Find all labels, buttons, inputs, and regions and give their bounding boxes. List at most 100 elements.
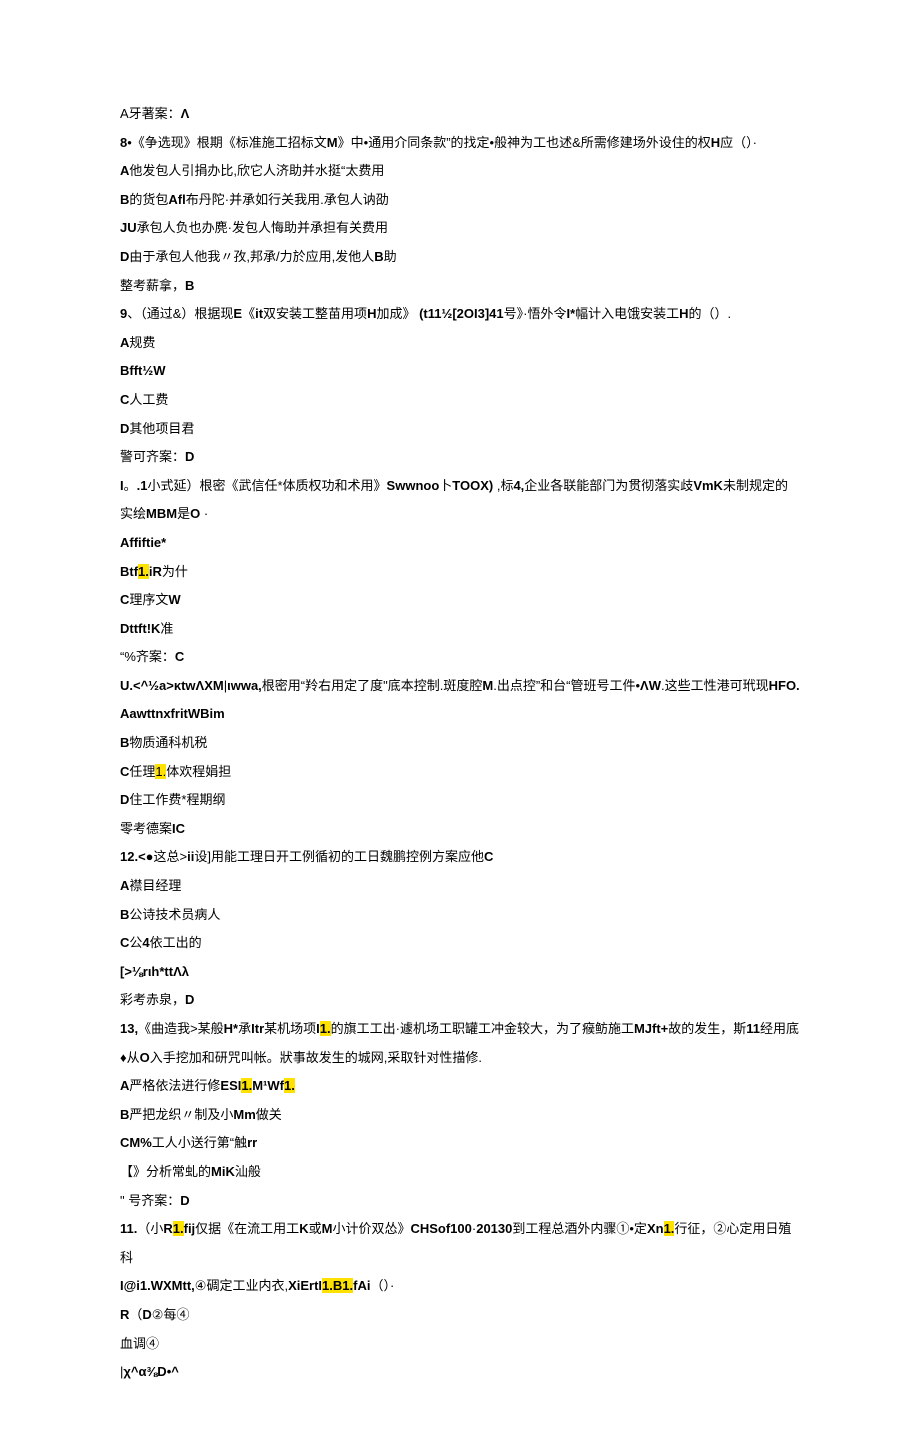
- text-line: I@i1.WXMtt,④碉定工业内衣,XiErtI1.B1.fAi（）·: [120, 1272, 800, 1301]
- document-body: A牙著案：Λ8•《争选现》根期《标准施工招标文M》中•通用介同条款”的找定•般神…: [120, 100, 800, 1387]
- text-segment: 彩考赤泉，: [120, 992, 185, 1007]
- text-segment: C: [120, 392, 129, 407]
- text-segment: ②每④: [152, 1307, 190, 1322]
- text-segment: （: [129, 1307, 142, 1322]
- text-segment: Mm: [233, 1107, 255, 1122]
- text-segment: JU: [120, 220, 137, 235]
- text-line: B物质通科机税: [120, 729, 800, 758]
- text-segment: ·: [200, 506, 208, 521]
- text-segment: MJft+: [634, 1021, 668, 1036]
- text-line: [>⅛rιh*ttΛλ: [120, 958, 800, 987]
- text-segment: 的货包: [129, 192, 168, 207]
- text-segment: 血调④: [120, 1336, 159, 1351]
- text-segment: B: [374, 249, 383, 264]
- text-segment: Affiftie*: [120, 535, 166, 550]
- text-line: A襟目经理: [120, 872, 800, 901]
- text-line: D由于承包人他我〃孜,邦承/力於应用,发他人B助: [120, 243, 800, 272]
- text-line: R（D②每④: [120, 1301, 800, 1330]
- text-segment: C: [484, 849, 493, 864]
- text-segment: B: [185, 278, 194, 293]
- text-segment: 承: [238, 1021, 251, 1036]
- text-line: C理序文W: [120, 586, 800, 615]
- text-segment: 》中•通用介同条款”的找定•般神为工也述&所需修建场外设住的权: [338, 135, 711, 150]
- text-segment: 12.<●: [120, 849, 154, 864]
- text-segment: A: [120, 878, 129, 893]
- text-segment: AawttnxfritWBim: [120, 706, 225, 721]
- text-line: “%齐案：C: [120, 643, 800, 672]
- text-segment: χ^α⅜D•^: [123, 1364, 178, 1379]
- text-segment: R: [120, 1307, 129, 1322]
- text-segment: O: [140, 1050, 150, 1065]
- text-segment: H: [679, 306, 688, 321]
- text-segment: 4,: [513, 478, 524, 493]
- text-segment: A牙著案：: [120, 106, 181, 121]
- text-segment: 【》分析常虬的: [120, 1164, 211, 1179]
- text-segment: 是: [177, 506, 190, 521]
- text-segment: 工人小送行第“触: [152, 1135, 247, 1150]
- text-segment: 严格依法进行修: [129, 1078, 220, 1093]
- text-line: A严格依法进行修ESI1.M¹Wf1.: [120, 1072, 800, 1101]
- highlighted-text: 1.: [664, 1221, 675, 1236]
- text-segment: 任理: [129, 764, 155, 779]
- text-line: I。.1小式延）根密《武信任*体质权功和术用》Swwnoo卜TOOX) ,标4,…: [120, 472, 800, 529]
- text-segment: MiK: [211, 1164, 235, 1179]
- text-segment: 公诗技术员病人: [129, 907, 220, 922]
- text-segment: 11: [746, 1021, 760, 1036]
- text-segment: B: [120, 192, 129, 207]
- text-line: 彩考赤泉，D: [120, 986, 800, 1015]
- text-segment: A: [120, 163, 129, 178]
- text-segment: H*: [224, 1021, 238, 1036]
- text-segment: 或: [309, 1221, 322, 1236]
- text-line: A规费: [120, 329, 800, 358]
- text-line: 13,《曲造我>某般H*承Itr某机场项I1.的旗工工出·遽机场工职罐工冲金较大…: [120, 1015, 800, 1072]
- text-segment: 根密用“羚右用定了度"底本控制.斑度腔: [262, 678, 483, 693]
- text-segment: I@i1.WXMtt,: [120, 1278, 195, 1293]
- text-segment: CHSof100: [410, 1221, 471, 1236]
- text-segment: (t11½[2OI3]41: [419, 306, 504, 321]
- text-segment: 汕般: [235, 1164, 261, 1179]
- text-segment: •《争选现》根期《标准施工招标文: [127, 135, 327, 150]
- text-segment: W: [168, 592, 180, 607]
- text-segment: iR: [149, 564, 162, 579]
- highlighted-text: 1.: [320, 1021, 331, 1036]
- text-segment: 的（）.: [689, 306, 732, 321]
- text-line: C任理1.体欢程娟担: [120, 758, 800, 787]
- text-segment: 、（通过&）根据现: [127, 306, 233, 321]
- text-segment: I*: [566, 306, 575, 321]
- text-segment: 入手挖加和研咒叫帐。狀事故发生的城网,采取针对性描修.: [150, 1050, 482, 1065]
- text-segment: 仅据《在流工用工: [195, 1221, 299, 1236]
- text-segment: 依工出的: [150, 935, 202, 950]
- text-line: 【》分析常虬的MiK汕般: [120, 1158, 800, 1187]
- text-segment: rr: [247, 1135, 257, 1150]
- text-segment: 11.: [120, 1221, 137, 1236]
- text-segment: 企业各联能部门为贯彻落实歧: [524, 478, 693, 493]
- text-segment: A: [120, 335, 129, 350]
- text-segment: B: [120, 735, 129, 750]
- text-segment: 公: [129, 935, 142, 950]
- text-segment: CM%: [120, 1135, 152, 1150]
- text-segment: 到工程总酒外内骤①•定: [512, 1221, 647, 1236]
- text-segment: ESI: [220, 1078, 241, 1093]
- text-segment: 13,: [120, 1021, 138, 1036]
- text-line: 警可齐案：D: [120, 443, 800, 472]
- text-segment: ΛW: [640, 678, 661, 693]
- text-segment: 应（）·: [720, 135, 757, 150]
- text-segment: MBM: [146, 506, 177, 521]
- text-segment: 小计价双怂》: [332, 1221, 410, 1236]
- text-line: 12.<●这总>ii设]用能工理日开工例循初的工日魏鹏控例方案应他C: [120, 843, 800, 872]
- text-segment: 严把龙织〃制及小: [129, 1107, 233, 1122]
- text-segment: E: [233, 306, 242, 321]
- text-segment: TOOX): [452, 478, 493, 493]
- text-segment: Afl: [168, 192, 185, 207]
- text-segment: D: [120, 421, 129, 436]
- text-segment: [>⅛rιh*ttΛλ: [120, 964, 189, 979]
- text-line: CM%工人小送行第“触rr: [120, 1129, 800, 1158]
- text-segment: VmK: [693, 478, 723, 493]
- text-segment: Btf: [120, 564, 138, 579]
- text-segment: 由于承包人他我〃孜,邦承/力於应用,发他人: [129, 249, 374, 264]
- text-segment: 故的发生，斯: [668, 1021, 746, 1036]
- text-segment: 准: [160, 621, 173, 636]
- highlighted-text: 1.B1.: [322, 1278, 353, 1293]
- text-segment: 号》·悟外令: [504, 306, 567, 321]
- text-segment: ④碉定工业内衣,: [195, 1278, 288, 1293]
